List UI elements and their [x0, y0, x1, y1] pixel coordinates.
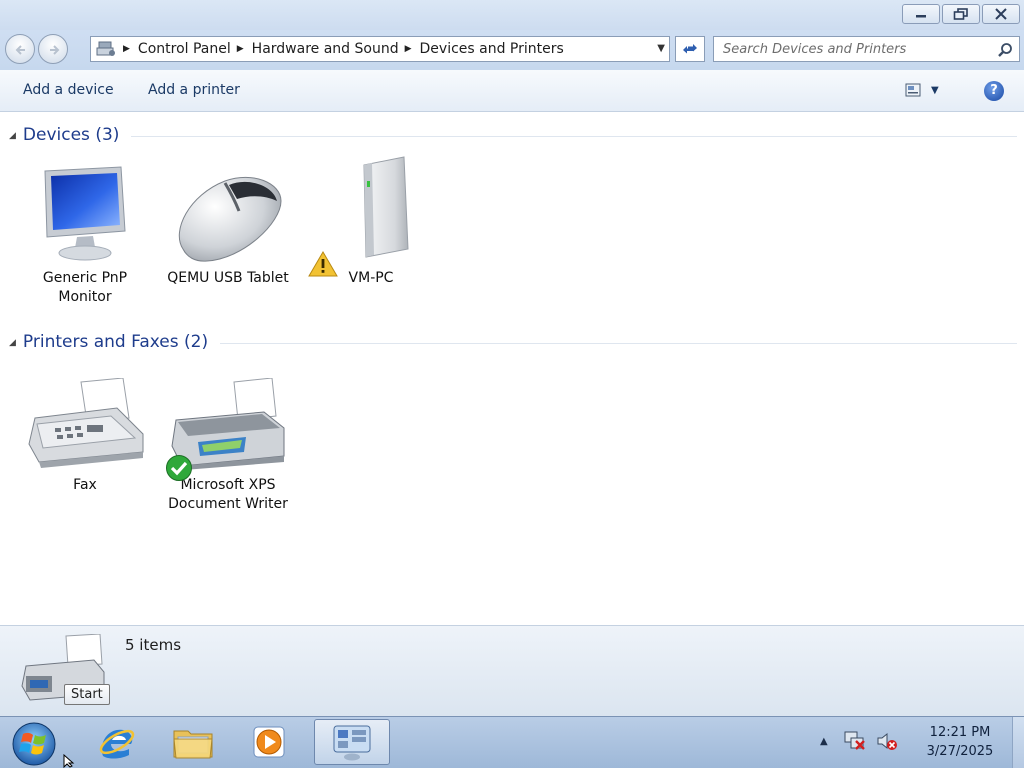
collapse-triangle-icon[interactable]: ◢: [9, 338, 16, 348]
chevron-right-icon[interactable]: ▶: [237, 44, 244, 54]
group-header-devices[interactable]: ◢ Devices (3): [9, 125, 1017, 145]
computer-icon: [306, 156, 436, 277]
start-button[interactable]: [7, 720, 61, 766]
close-button[interactable]: [982, 4, 1020, 24]
taskbar-internet-explorer[interactable]: [82, 719, 152, 765]
mouse-cursor-icon: [63, 754, 75, 768]
address-dropdown-icon[interactable]: ▼: [657, 43, 665, 54]
search-box[interactable]: [713, 36, 1020, 62]
help-button[interactable]: ?: [984, 81, 1004, 101]
window-controls: [902, 4, 1020, 24]
command-bar: Add a device Add a printer ▼ ?: [0, 70, 1024, 112]
internet-explorer-icon: [99, 729, 135, 759]
mouse-icon: [163, 157, 293, 269]
devices-and-printers-icon: [96, 41, 115, 56]
details-pane: 5 items Start: [0, 625, 1024, 716]
printer-item-microsoft-xps-document-writer[interactable]: Microsoft XPS Document Writer: [163, 364, 293, 514]
taskbar-media-player[interactable]: [234, 719, 304, 765]
windows-explorer-icon: [173, 730, 213, 759]
clock[interactable]: 12:21 PM 3/27/2025: [918, 723, 1002, 761]
close-icon: [995, 8, 1007, 20]
restore-button[interactable]: [942, 4, 980, 24]
chevron-down-icon[interactable]: ▼: [931, 85, 939, 96]
warning-icon: [308, 251, 338, 277]
clock-time: 12:21 PM: [929, 725, 991, 740]
minimize-button[interactable]: [902, 4, 940, 24]
device-label: Generic PnP Monitor: [42, 270, 128, 305]
navigation-bar: ▶ Control Panel ▶ Hardware and Sound ▶ D…: [0, 30, 1024, 70]
taskbar-devices-and-printers[interactable]: [314, 719, 390, 765]
volume-muted-icon[interactable]: [876, 731, 898, 751]
tooltip: Start: [64, 684, 110, 705]
item-count: 5 items: [125, 636, 182, 654]
device-item-generic-pnp-monitor[interactable]: Generic PnP Monitor: [20, 157, 150, 307]
system-tray: ▲: [820, 731, 898, 751]
refresh-button[interactable]: [675, 36, 705, 62]
add-device-button[interactable]: Add a device: [23, 82, 114, 98]
change-view-button[interactable]: ▼: [905, 83, 939, 97]
group-header-printers-and-faxes[interactable]: ◢ Printers and Faxes (2): [9, 332, 1017, 352]
divider: [131, 136, 1017, 137]
printer-label: Fax: [73, 477, 97, 493]
printer-item-fax[interactable]: Fax: [20, 364, 150, 495]
breadcrumb-control-panel[interactable]: Control Panel: [138, 41, 231, 57]
group-title-printers-and-faxes: Printers and Faxes (2): [22, 332, 209, 352]
show-desktop-button[interactable]: [1012, 717, 1024, 768]
restore-icon: [953, 8, 968, 20]
collapse-triangle-icon[interactable]: ◢: [9, 131, 16, 141]
printer-icon: [163, 364, 293, 481]
title-bar: [0, 0, 1024, 30]
show-hidden-icons-arrow[interactable]: ▲: [820, 736, 828, 747]
default-check-icon: [166, 455, 192, 481]
breadcrumb-devices-and-printers[interactable]: Devices and Printers: [420, 41, 564, 57]
add-printer-button[interactable]: Add a printer: [148, 82, 240, 98]
taskbar-windows-explorer[interactable]: [158, 719, 228, 765]
search-input[interactable]: [714, 37, 994, 61]
search-icon[interactable]: [997, 42, 1013, 58]
device-item-vm-pc[interactable]: VM-PC: [306, 156, 436, 288]
forward-arrow-icon: [50, 45, 60, 55]
windows-logo-icon: [12, 722, 56, 766]
media-player-icon: [253, 726, 285, 758]
breadcrumb-hardware-and-sound[interactable]: Hardware and Sound: [252, 41, 399, 57]
network-icon[interactable]: [844, 731, 866, 751]
chevron-right-icon[interactable]: ▶: [123, 44, 130, 54]
monitor-icon: [20, 157, 150, 269]
devices-and-printers-icon: [333, 725, 371, 761]
back-arrow-icon: [15, 45, 25, 55]
breadcrumb: ▶ Control Panel ▶ Hardware and Sound ▶ D…: [91, 40, 564, 58]
back-button[interactable]: [5, 34, 35, 64]
view-icon: [905, 83, 921, 97]
fax-icon: [20, 364, 150, 476]
taskbar: ▲ 12:21 PM 3/27/2025: [0, 716, 1024, 768]
device-item-qemu-usb-tablet[interactable]: QEMU USB Tablet: [163, 157, 293, 288]
minimize-icon: [916, 15, 926, 18]
refresh-icon: [683, 44, 697, 54]
group-title-devices: Devices (3): [22, 125, 120, 145]
device-list: ◢ Devices (3) Generic PnP Monitor QEMU U…: [0, 113, 1024, 625]
forward-button[interactable]: [38, 34, 68, 64]
address-bar[interactable]: ▶ Control Panel ▶ Hardware and Sound ▶ D…: [90, 36, 670, 62]
divider: [220, 343, 1017, 344]
device-label: QEMU USB Tablet: [167, 270, 289, 286]
chevron-right-icon[interactable]: ▶: [405, 44, 412, 54]
clock-date: 3/27/2025: [926, 744, 994, 759]
